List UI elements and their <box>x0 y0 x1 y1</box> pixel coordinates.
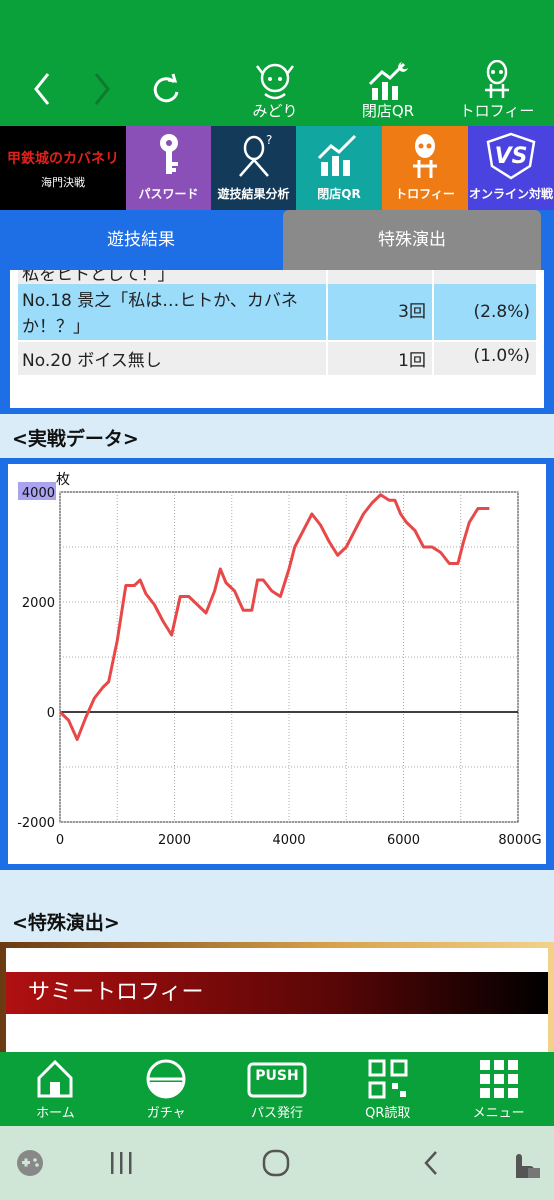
nav-home-label: ホーム <box>36 1106 75 1121</box>
y-axis-unit: 枚 <box>56 472 70 488</box>
chart-up-moon-icon <box>368 62 408 100</box>
special-content: サミートロフィー <box>6 948 548 1058</box>
y-tick-label: -2000 <box>17 816 55 831</box>
nav-gacha[interactable]: ガチャ <box>111 1052 222 1126</box>
alien-trophy-icon <box>485 60 509 98</box>
online-battle-label: オンライン対戦 <box>468 187 553 201</box>
x-tick-label: 4000 <box>272 833 305 848</box>
trophy-tile-label: トロフィー <box>395 187 455 201</box>
game-logo-subtitle: 海門決戦 <box>41 176 85 189</box>
x-tick-label: 0 <box>56 833 64 848</box>
results-panel: 遊技結果 特殊演出 私をヒトとして！」 No.18 景之「私は…ヒトか、カバネか… <box>0 210 554 414</box>
special-heading: <特殊演出> <box>12 912 120 934</box>
row-rate: (1.0%) <box>434 342 536 375</box>
category-tiles: 甲鉄城のカバネリ 海門決戦 パスワード ? 遊技結果分析 閉店QR トロフィー … <box>0 126 554 210</box>
x-tick-label: 8000G <box>498 833 541 848</box>
close-qr-button[interactable]: 閉店QR <box>343 58 433 122</box>
svg-text:?: ? <box>266 133 272 147</box>
password-tile[interactable]: パスワード <box>126 126 211 210</box>
gacha-ball-icon <box>146 1059 186 1099</box>
nav-qr-label: QR読取 <box>365 1106 411 1121</box>
row-rate: (2.8%) <box>434 284 536 340</box>
reload-icon[interactable] <box>146 64 186 114</box>
sammy-trophy-title: サミートロフィー <box>6 972 548 1014</box>
key-icon <box>159 134 178 174</box>
slump-chart: 枚400020000-20000 2000 4000 6000 8000G <box>17 472 541 848</box>
back-system-icon[interactable] <box>418 1148 446 1178</box>
row-count: 3回 <box>328 284 432 340</box>
online-battle-tile[interactable]: VS オンライン対戦 <box>468 126 554 210</box>
bottom-nav: ホーム ガチャ PUSH パス発行 QR読取 メニュー <box>0 1052 554 1126</box>
close-qr-tile[interactable]: 閉店QR <box>296 126 382 210</box>
tab-special[interactable]: 特殊演出 <box>283 210 541 270</box>
close-qr-tile-label: 閉店QR <box>317 187 361 201</box>
grid-menu-icon <box>479 1060 518 1098</box>
y-tick-label: 2000 <box>22 596 55 611</box>
recent-apps-icon[interactable] <box>106 1148 136 1178</box>
row-count: 1回 <box>328 342 432 375</box>
home-system-icon[interactable] <box>260 1148 292 1178</box>
analysis-tile[interactable]: ? 遊技結果分析 <box>211 126 296 210</box>
table-row: No.18 景之「私は…ヒトか、カバネか！？」 3回 (2.8%) <box>18 284 536 340</box>
top-app-bar: みどり 閉店QR トロフィー <box>0 0 554 126</box>
qr-code-icon <box>368 1059 408 1099</box>
back-arrow-icon[interactable] <box>22 64 62 114</box>
trophy-tile[interactable]: トロフィー <box>382 126 468 210</box>
trophy-label: トロフィー <box>459 102 535 120</box>
midori-button[interactable]: みどり <box>230 58 320 122</box>
chart-heading: <実戦データ> <box>12 428 139 450</box>
forward-arrow-icon[interactable] <box>82 64 122 114</box>
system-nav-bar <box>0 1126 554 1200</box>
results-table: 私をヒトとして！」 No.18 景之「私は…ヒトか、カバネか！？」 3回 (2.… <box>10 270 544 408</box>
x-tick-label: 6000 <box>387 833 420 848</box>
home-icon <box>37 1059 73 1098</box>
touch-lock-icon[interactable] <box>506 1148 542 1180</box>
chart-up-icon <box>317 134 357 176</box>
push-badge: PUSH <box>255 1068 299 1084</box>
nav-pass-label: パス発行 <box>250 1106 303 1121</box>
vs-text: VS <box>494 144 528 169</box>
y-tick-label: 0 <box>47 706 55 721</box>
alien-icon <box>413 134 437 178</box>
special-frame: サミートロフィー <box>0 942 554 1058</box>
row-name: No.20 ボイス無し <box>18 342 326 375</box>
chart-area: 枚 4000 2000 0 -2000 0 2000 4000 6000 8000G <box>8 464 546 864</box>
password-label: パスワード <box>138 187 199 201</box>
analysis-label: 遊技結果分析 <box>217 187 290 201</box>
game-logo: 甲鉄城のカバネリ <box>7 151 119 167</box>
close-qr-label: 閉店QR <box>361 102 415 120</box>
chart-panel: 枚 4000 2000 0 -2000 0 2000 4000 6000 8000G <box>0 458 554 870</box>
analysis-character-icon: ? <box>238 133 272 177</box>
nav-menu[interactable]: メニュー <box>443 1052 554 1126</box>
tab-results[interactable]: 遊技結果 <box>12 210 270 270</box>
nav-qr[interactable]: QR読取 <box>332 1052 443 1126</box>
nav-gacha-label: ガチャ <box>146 1106 186 1121</box>
y-tick-label: 4000 <box>22 486 55 501</box>
table-row: No.20 ボイス無し 1回 (1.0%) <box>18 342 536 375</box>
midori-label: みどり <box>252 102 298 120</box>
nav-home[interactable]: ホーム <box>0 1052 111 1126</box>
row-name: No.18 景之「私は…ヒトか、カバネか！？」 <box>18 284 326 340</box>
midori-character-icon <box>256 63 294 100</box>
nav-pass[interactable]: PUSH パス発行 <box>222 1052 333 1126</box>
x-tick-label: 2000 <box>158 833 191 848</box>
nav-menu-label: メニュー <box>472 1106 525 1121</box>
trophy-button[interactable]: トロフィー <box>452 58 542 122</box>
game-controller-icon[interactable] <box>14 1148 46 1178</box>
game-logo-tile[interactable]: 甲鉄城のカバネリ 海門決戦 <box>0 126 126 210</box>
